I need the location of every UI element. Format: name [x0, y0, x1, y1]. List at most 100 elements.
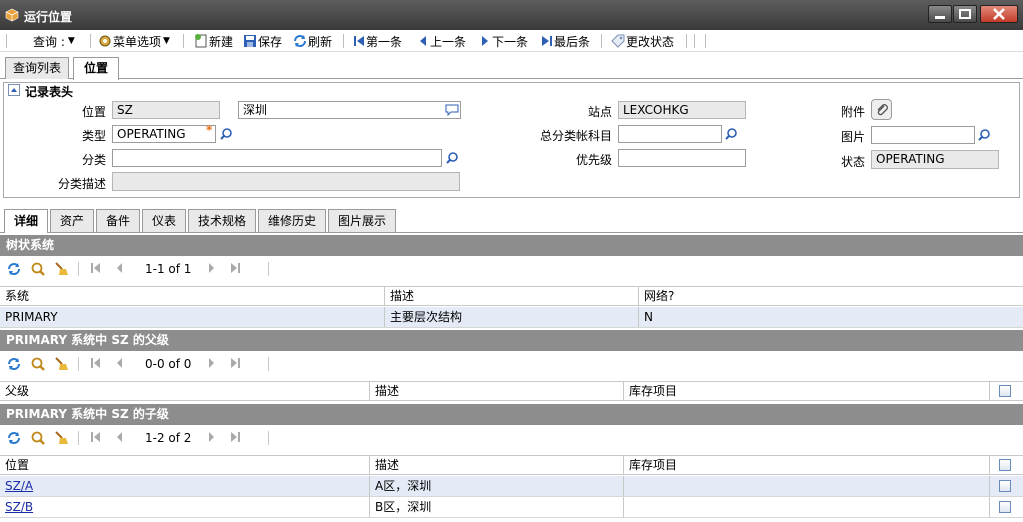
tab-work-history[interactable]: 维修历史 — [258, 209, 326, 232]
previous-page-icon[interactable] — [114, 356, 126, 370]
chevron-down-icon: ▼ — [67, 36, 75, 46]
long-description-icon[interactable] — [443, 101, 461, 119]
first-record-button[interactable]: 第一条 — [352, 33, 402, 49]
attachments-label: 附件 — [840, 105, 865, 119]
column-header-description[interactable]: 描述 — [384, 287, 638, 305]
system-cell: PRIMARY — [5, 310, 58, 324]
column-header-parent[interactable]: 父级 — [0, 382, 369, 400]
select-cell — [989, 476, 1023, 496]
toolbar-separator — [78, 357, 79, 371]
refresh-button[interactable]: 刷新 — [292, 33, 332, 49]
tab-spare-parts[interactable]: 备件 — [96, 209, 140, 232]
filter-search-icon[interactable] — [30, 261, 46, 277]
class-description-field[interactable] — [112, 172, 460, 191]
detail-tabs: 详细 资产 备件 仪表 技术规格 维修历史 图片展示 — [0, 209, 1023, 233]
row-checkbox[interactable] — [999, 501, 1011, 513]
type-field[interactable]: OPERATING — [112, 125, 216, 143]
query-dropdown[interactable]: 查询 : ▼ — [33, 33, 75, 49]
column-header-description[interactable]: 描述 — [369, 382, 623, 400]
first-page-icon[interactable] — [90, 356, 102, 370]
new-button[interactable]: 新建 — [193, 33, 233, 49]
previous-record-button[interactable]: 上一条 — [416, 33, 466, 49]
column-header-location[interactable]: 位置 — [0, 456, 369, 474]
select-all-checkbox[interactable] — [999, 385, 1011, 397]
maximize-button[interactable] — [953, 5, 977, 23]
menu-options-button[interactable]: 菜单选项 ▼ — [97, 33, 170, 49]
next-page-icon[interactable] — [205, 261, 217, 275]
tab-specifications[interactable]: 技术规格 — [188, 209, 256, 232]
tab-meters[interactable]: 仪表 — [142, 209, 186, 232]
clear-filter-broom-icon[interactable] — [54, 430, 70, 446]
column-header-stock-item[interactable]: 库存项目 — [623, 456, 989, 474]
column-header-network[interactable]: 网络? — [638, 287, 1023, 305]
tab-details[interactable]: 详细 — [4, 209, 48, 233]
refresh-icon[interactable] — [6, 356, 22, 372]
gl-account-field[interactable] — [618, 125, 722, 143]
search-icon[interactable] — [975, 126, 993, 144]
change-status-button[interactable]: 更改状态 — [610, 33, 674, 49]
close-button[interactable] — [980, 5, 1018, 23]
location-description-field[interactable]: 深圳 — [238, 101, 461, 119]
column-header-stock-item[interactable]: 库存项目 — [623, 382, 989, 400]
new-label: 新建 — [209, 34, 234, 49]
previous-page-icon[interactable] — [114, 261, 126, 275]
first-page-icon[interactable] — [90, 430, 102, 444]
search-icon[interactable] — [722, 125, 740, 143]
row-checkbox[interactable] — [999, 480, 1011, 492]
toolbar-separator — [268, 262, 269, 276]
refresh-icon[interactable] — [6, 261, 22, 277]
tab-image-gallery[interactable]: 图片展示 — [328, 209, 396, 232]
toolbar-separator — [705, 34, 706, 48]
location-cell: SZ/A — [0, 476, 369, 496]
next-record-button[interactable]: 下一条 — [478, 33, 528, 49]
tab-assets[interactable]: 资产 — [50, 209, 94, 232]
last-page-icon[interactable] — [229, 356, 241, 370]
next-page-icon[interactable] — [205, 430, 217, 444]
status-field[interactable]: OPERATING — [871, 150, 999, 169]
table-row[interactable]: SZ/B B区，深圳 — [0, 497, 1023, 518]
location-field[interactable]: SZ — [112, 101, 220, 119]
first-label: 第一条 — [366, 34, 403, 49]
table-row[interactable]: PRIMARY 主要层次结构 N — [0, 307, 1023, 328]
last-record-button[interactable]: 最后条 — [540, 33, 590, 49]
cube-icon — [5, 8, 19, 22]
minimize-button[interactable] — [928, 5, 952, 23]
toolbar-separator — [6, 34, 7, 48]
previous-page-icon[interactable] — [114, 430, 126, 444]
search-icon[interactable] — [443, 149, 461, 167]
collapse-button[interactable] — [8, 84, 20, 96]
search-icon[interactable] — [217, 125, 235, 143]
first-page-icon[interactable] — [90, 261, 102, 275]
location-link[interactable]: SZ/B — [5, 500, 33, 514]
tab-query-list[interactable]: 查询列表 — [5, 57, 69, 79]
location-cell: SZ/B — [0, 497, 369, 517]
required-asterisk-icon: * — [206, 123, 213, 137]
last-page-icon[interactable] — [229, 261, 241, 275]
image-field[interactable] — [871, 126, 975, 144]
last-page-icon[interactable] — [229, 430, 241, 444]
filter-search-icon[interactable] — [30, 356, 46, 372]
children-column-header: 位置 描述 库存项目 — [0, 455, 1023, 475]
status-label: 状态 — [840, 155, 865, 169]
location-link[interactable]: SZ/A — [5, 479, 33, 493]
next-page-icon[interactable] — [205, 356, 217, 370]
table-row[interactable]: SZ/A A区，深圳 — [0, 476, 1023, 497]
toolbar-separator — [78, 431, 79, 445]
column-header-description[interactable]: 描述 — [369, 456, 623, 474]
clear-filter-broom-icon[interactable] — [54, 261, 70, 277]
filter-search-icon[interactable] — [30, 430, 46, 446]
tab-location[interactable]: 位置 — [73, 57, 119, 80]
column-header-system[interactable]: 系统 — [0, 287, 384, 305]
site-label: 站点 — [587, 105, 612, 119]
paperclip-icon[interactable] — [871, 99, 892, 120]
section-title: 记录表头 — [25, 85, 74, 99]
description-cell: A区，深圳 — [369, 476, 623, 496]
network-cell: N — [638, 307, 1023, 327]
clear-filter-broom-icon[interactable] — [54, 356, 70, 372]
select-all-checkbox[interactable] — [999, 459, 1011, 471]
classification-field[interactable] — [112, 149, 442, 167]
refresh-icon[interactable] — [6, 430, 22, 446]
priority-field[interactable] — [618, 149, 746, 167]
site-field[interactable]: LEXCOHKG — [618, 101, 746, 119]
save-button[interactable]: 保存 — [242, 33, 282, 49]
